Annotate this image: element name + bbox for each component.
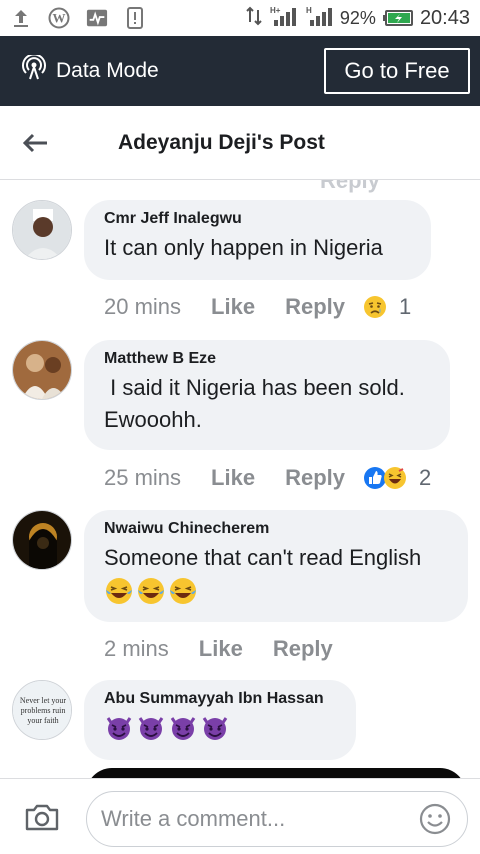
comment-time[interactable]: 20 mins — [104, 294, 181, 320]
svg-text:Never let your: Never let your — [20, 696, 67, 705]
data-mode-bar: Data Mode Go to Free — [0, 36, 480, 106]
emoji-picker-button[interactable] — [417, 801, 453, 837]
smiley-icon — [419, 803, 451, 835]
reaction-count: 1 — [399, 294, 412, 319]
battery-percent: 92% — [339, 7, 376, 28]
post-header: Adeyanju Deji's Post — [0, 106, 480, 180]
haha-reaction-icon — [384, 467, 406, 489]
comment-time[interactable]: 25 mins — [104, 465, 181, 491]
data-mode-label: Data Mode — [56, 59, 159, 82]
reaction-count: 2 — [419, 465, 432, 490]
broadcast-icon — [22, 53, 46, 87]
attached-media-card[interactable] — [86, 768, 466, 778]
emoji-row — [104, 576, 448, 606]
avatar[interactable] — [12, 200, 72, 260]
camera-icon — [25, 804, 59, 830]
comment-meta: 2 mins Like Reply — [104, 634, 351, 664]
svg-text:H: H — [306, 6, 312, 15]
devil-emoji-icon — [138, 717, 164, 740]
comment-composer — [0, 778, 480, 854]
svg-text:W: W — [53, 11, 66, 26]
tears-of-joy-emoji-icon — [170, 578, 196, 604]
devil-emoji-icon — [170, 717, 196, 740]
comment-input[interactable] — [101, 806, 417, 832]
comment-bubble: Matthew B Eze I said it Nigeria has been… — [84, 340, 450, 450]
comment-bubble: Abu Summayyah Ibn Hassan — [84, 680, 356, 760]
comments-list: Reply Cmr Jeff Inalegwu It can only happ… — [0, 180, 480, 778]
reactions[interactable]: 1 — [363, 294, 411, 320]
status-bar: W H+ H 92% 20:43 — [0, 0, 480, 36]
avatar[interactable]: Never let your problems ruin your faith — [12, 680, 72, 740]
svg-text:H+: H+ — [270, 6, 281, 15]
devil-emoji-icon — [202, 717, 228, 740]
comment-bubble: Cmr Jeff Inalegwu It can only happen in … — [84, 200, 431, 280]
clock: 20:43 — [419, 6, 470, 29]
devil-emoji-icon — [106, 717, 132, 740]
partial-reply-link[interactable]: Reply — [320, 180, 380, 194]
reply-button[interactable]: Reply — [273, 636, 333, 662]
battery-icon — [382, 10, 414, 26]
like-button[interactable]: Like — [199, 636, 243, 662]
svg-text:problems ruin: problems ruin — [21, 706, 66, 715]
go-to-free-button[interactable]: Go to Free — [324, 48, 470, 94]
comment-bubble: Nwaiwu Chinecherem Someone that can't re… — [84, 510, 468, 622]
like-button[interactable]: Like — [211, 465, 255, 491]
avatar[interactable] — [12, 510, 72, 570]
phone-alert-icon — [124, 7, 146, 29]
comment-text: It can only happen in Nigeria — [104, 235, 383, 260]
page-title: Adeyanju Deji's Post — [118, 130, 325, 154]
activity-icon — [86, 7, 108, 29]
comment-author[interactable]: Cmr Jeff Inalegwu — [104, 210, 411, 228]
comment-input-wrapper[interactable] — [86, 791, 468, 847]
data-transfer-icon — [246, 6, 262, 31]
reactions[interactable]: 2 — [363, 465, 431, 491]
like-button[interactable]: Like — [211, 294, 255, 320]
avatar[interactable] — [12, 340, 72, 400]
wordpress-icon: W — [48, 7, 70, 29]
signal-icon: H+ — [268, 6, 298, 31]
comment-time[interactable]: 2 mins — [104, 636, 169, 662]
tears-of-joy-emoji-icon — [106, 578, 132, 604]
reply-button[interactable]: Reply — [285, 294, 345, 320]
comment-author[interactable]: Matthew B Eze — [104, 350, 430, 368]
reply-button[interactable]: Reply — [285, 465, 345, 491]
comment-meta: 20 mins Like Reply 1 — [104, 292, 411, 322]
sad-reaction-icon — [364, 296, 386, 318]
back-button[interactable] — [0, 106, 70, 180]
tears-of-joy-emoji-icon — [138, 578, 164, 604]
comment-text: I said it Nigeria has been sold. Ewooohh… — [104, 375, 405, 432]
comment-author[interactable]: Abu Summayyah Ibn Hassan — [104, 690, 336, 708]
upload-icon — [10, 7, 32, 29]
emoji-row — [104, 712, 336, 742]
signal-icon-2: H — [304, 6, 334, 31]
camera-button[interactable] — [0, 779, 84, 854]
comment-meta: 25 mins Like Reply 2 — [104, 463, 431, 493]
back-arrow-icon — [22, 133, 47, 152]
data-mode-indicator: Data Mode — [22, 53, 159, 87]
comment-author[interactable]: Nwaiwu Chinecherem — [104, 520, 448, 538]
comment-text: Someone that can't read English — [104, 545, 422, 570]
svg-text:your faith: your faith — [27, 716, 58, 725]
